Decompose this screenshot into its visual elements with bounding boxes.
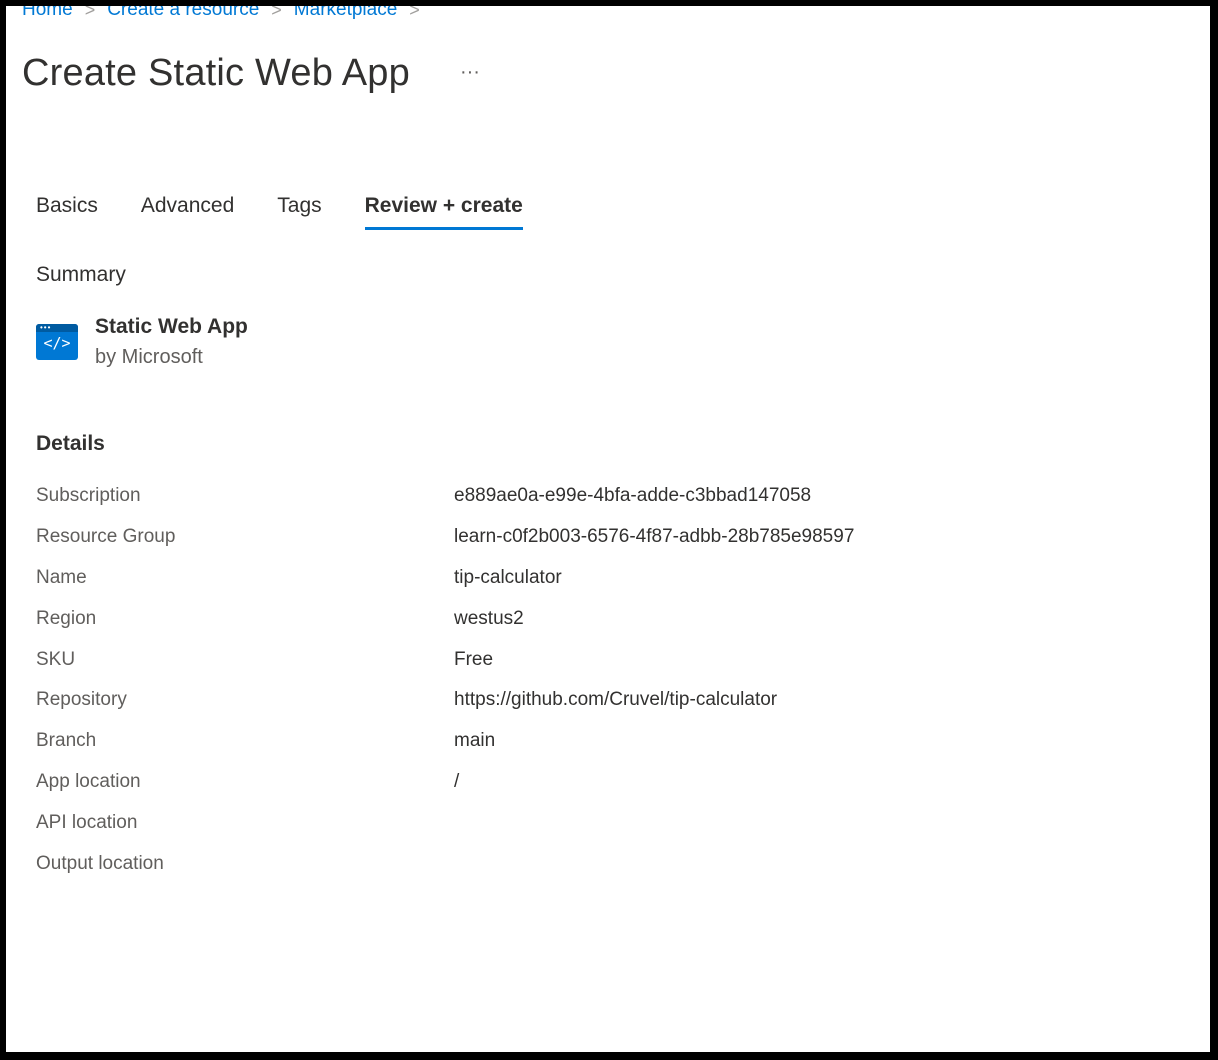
details-heading: Details [36, 432, 105, 455]
detail-label: Resource Group [36, 526, 176, 548]
detail-value: westus2 [454, 607, 524, 629]
detail-label: Name [36, 566, 87, 588]
breadcrumb-separator-icon: > [409, 6, 420, 20]
breadcrumb-create-resource[interactable]: Create a resource [107, 6, 259, 21]
detail-value: https://github.com/Cruvel/tip-calculator [454, 689, 778, 711]
tab-advanced[interactable]: Advanced [141, 194, 234, 230]
detail-label: Subscription [36, 485, 141, 507]
detail-value: e889ae0a-e99e-4bfa-adde-c3bbad147058 [454, 485, 812, 507]
detail-row-subscription: Subscription e889ae0a-e99e-4bfa-adde-c3b… [36, 476, 1136, 517]
tab-bar: Basics Advanced Tags Review + create [36, 194, 566, 230]
page-title: Create Static Web App [22, 52, 410, 94]
detail-row-app-location: App location / [36, 762, 1136, 803]
more-options-icon[interactable]: ··· [454, 62, 486, 82]
summary-heading: Summary [36, 263, 126, 286]
tab-basics[interactable]: Basics [36, 194, 98, 230]
detail-row-branch: Branch main [36, 721, 1136, 762]
detail-row-resource-group: Resource Group learn-c0f2b003-6576-4f87-… [36, 517, 1136, 558]
product-vendor: by Microsoft [95, 346, 203, 368]
detail-value: learn-c0f2b003-6576-4f87-adbb-28b785e985… [454, 526, 855, 548]
detail-label: Output location [36, 852, 164, 874]
icon-dots: ••• [40, 324, 52, 332]
title-row: Create Static Web App ··· [22, 52, 486, 95]
breadcrumb-marketplace[interactable]: Marketplace [294, 6, 398, 21]
detail-label: API location [36, 811, 138, 833]
detail-value: Free [454, 648, 494, 670]
code-glyph: </> [43, 334, 71, 352]
tab-tags[interactable]: Tags [277, 194, 321, 230]
detail-label: Repository [36, 689, 127, 711]
tab-review-create[interactable]: Review + create [364, 194, 524, 230]
detail-value: main [454, 730, 496, 752]
detail-row-output-location: Output location [36, 843, 1136, 884]
detail-value: tip-calculator [454, 566, 562, 588]
breadcrumb-home[interactable]: Home [22, 6, 73, 21]
product-text: Static Web App by Microsoft [95, 312, 248, 372]
page-frame: Home > Create a resource > Marketplace >… [6, 6, 1210, 1052]
product-name: Static Web App [95, 315, 248, 338]
detail-row-region: Region westus2 [36, 598, 1136, 639]
detail-row-api-location: API location [36, 802, 1136, 843]
detail-label: Region [36, 607, 97, 629]
detail-label: App location [36, 770, 141, 792]
details-list: Subscription e889ae0a-e99e-4bfa-adde-c3b… [36, 476, 1136, 884]
detail-label: SKU [36, 648, 76, 670]
product-summary: ••• </> Static Web App by Microsoft [36, 312, 248, 372]
static-web-app-icon: ••• </> [36, 324, 78, 360]
detail-row-repository: Repository https://github.com/Cruvel/tip… [36, 680, 1136, 721]
detail-row-sku: SKU Free [36, 639, 1136, 680]
detail-value: / [454, 770, 460, 792]
breadcrumb-separator-icon: > [271, 6, 282, 20]
breadcrumb: Home > Create a resource > Marketplace > [22, 6, 432, 24]
detail-row-name: Name tip-calculator [36, 558, 1136, 599]
breadcrumb-separator-icon: > [84, 6, 96, 20]
detail-label: Branch [36, 730, 97, 752]
